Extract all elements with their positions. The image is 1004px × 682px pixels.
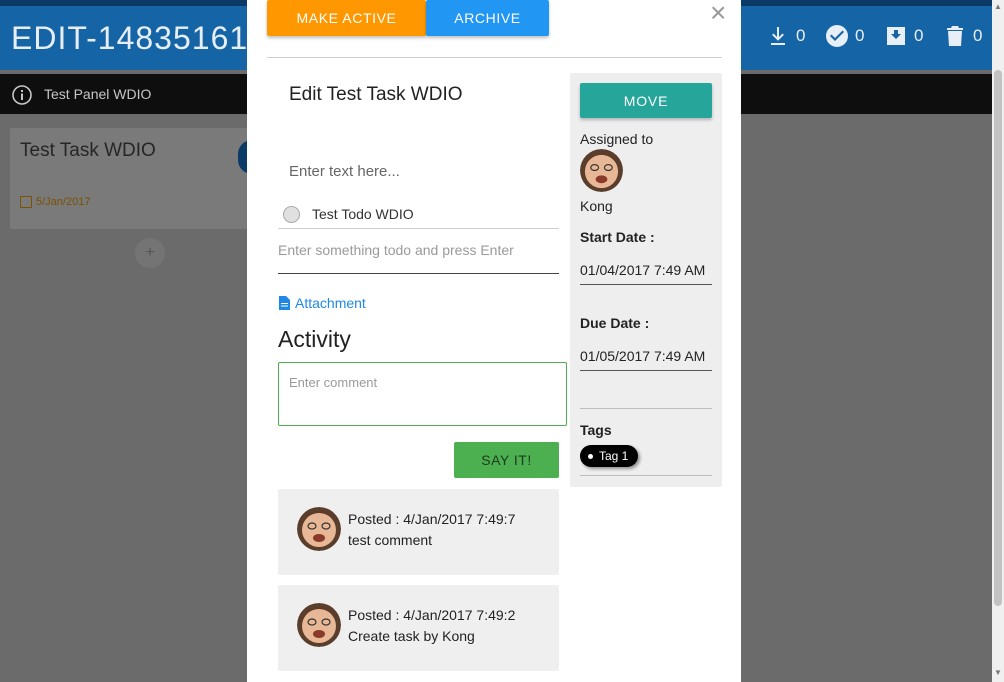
due-date-label: Due Date : [580, 315, 650, 331]
file-icon [279, 296, 290, 310]
divider [580, 408, 712, 409]
archive-box-icon [887, 27, 905, 45]
todo-radio[interactable] [283, 205, 300, 223]
due-date-field[interactable]: 01/05/2017 7:49 AM [580, 341, 712, 371]
comment-text: test comment [348, 532, 433, 548]
done-counter[interactable]: 0 [825, 24, 884, 48]
assigned-label: Assigned to [580, 131, 654, 147]
download-icon [771, 27, 785, 45]
comment-input[interactable] [278, 362, 567, 426]
make-active-button[interactable]: MAKE ACTIVE [267, 0, 426, 36]
page-scrollbar[interactable]: ▲ ▼ [992, 0, 1004, 682]
avatar [297, 603, 341, 647]
download-counter[interactable]: 0 [766, 24, 825, 48]
todo-item[interactable]: Test Todo WDIO [278, 200, 559, 229]
scroll-down-icon[interactable]: ▼ [994, 668, 1002, 677]
todo-input[interactable] [278, 238, 559, 274]
close-icon[interactable]: × [710, 0, 726, 27]
archive-count: 0 [914, 26, 924, 45]
scroll-up-icon[interactable]: ▲ [994, 2, 1002, 11]
todo-label: Test Todo WDIO [312, 206, 414, 222]
move-button[interactable]: MOVE [580, 83, 712, 118]
attachment-link[interactable]: Attachment [279, 295, 366, 311]
comment-item: Posted : 4/Jan/2017 7:49:7 test comment [278, 489, 559, 575]
say-it-button[interactable]: SAY IT! [454, 442, 559, 478]
task-title[interactable]: Edit Test Task WDIO [289, 84, 463, 106]
check-circle-icon [826, 25, 848, 47]
task-card-date: 5/Jan/2017 [20, 196, 90, 208]
task-card[interactable]: Test Task WDIO 5/Jan/2017 [10, 128, 262, 229]
archive-button[interactable]: ARCHIVE [426, 0, 549, 36]
trash-count: 0 [973, 26, 983, 45]
task-card-title: Test Task WDIO [20, 140, 156, 161]
start-date-field[interactable]: 01/04/2017 7:49 AM [580, 255, 712, 285]
trash-icon [947, 26, 963, 46]
avatar [297, 507, 341, 551]
tag-dot-icon [588, 453, 593, 459]
download-count: 0 [796, 26, 806, 45]
assignee-name: Kong [580, 198, 613, 214]
avatar[interactable] [580, 149, 623, 192]
task-card-date-text: 5/Jan/2017 [36, 196, 91, 208]
comment-text: Create task by Kong [348, 628, 475, 644]
scrollbar-thumb[interactable] [994, 70, 1002, 606]
comment-posted: Posted : 4/Jan/2017 7:49:2 [348, 607, 516, 623]
done-count: 0 [855, 26, 865, 45]
info-icon[interactable] [11, 84, 33, 106]
tags-label: Tags [580, 422, 612, 438]
edit-task-modal: MAKE ACTIVE ARCHIVE × Edit Test Task WDI… [247, 0, 741, 682]
comment-posted: Posted : 4/Jan/2017 7:49:7 [348, 511, 516, 527]
description-input[interactable] [289, 160, 559, 182]
tag-label: Tag 1 [599, 449, 629, 463]
attachment-label: Attachment [295, 295, 366, 311]
panel-title: Test Panel WDIO [44, 86, 152, 102]
activity-heading: Activity [278, 326, 351, 352]
add-task-button[interactable]: + [135, 238, 165, 268]
start-date-label: Start Date : [580, 229, 655, 245]
archive-counter[interactable]: 0 [884, 24, 943, 48]
board-counters: 0 0 0 0 [766, 24, 1002, 48]
board-title: EDIT-1483516137 [11, 20, 286, 56]
tag-chip[interactable]: Tag 1 [580, 445, 639, 467]
divider [580, 475, 712, 476]
calendar-icon [20, 196, 32, 208]
modal-divider [267, 57, 722, 58]
task-side-panel: MOVE Assigned to Kong Start Date : 01/04… [570, 73, 722, 487]
comment-item: Posted : 4/Jan/2017 7:49:2 Create task b… [278, 585, 559, 671]
